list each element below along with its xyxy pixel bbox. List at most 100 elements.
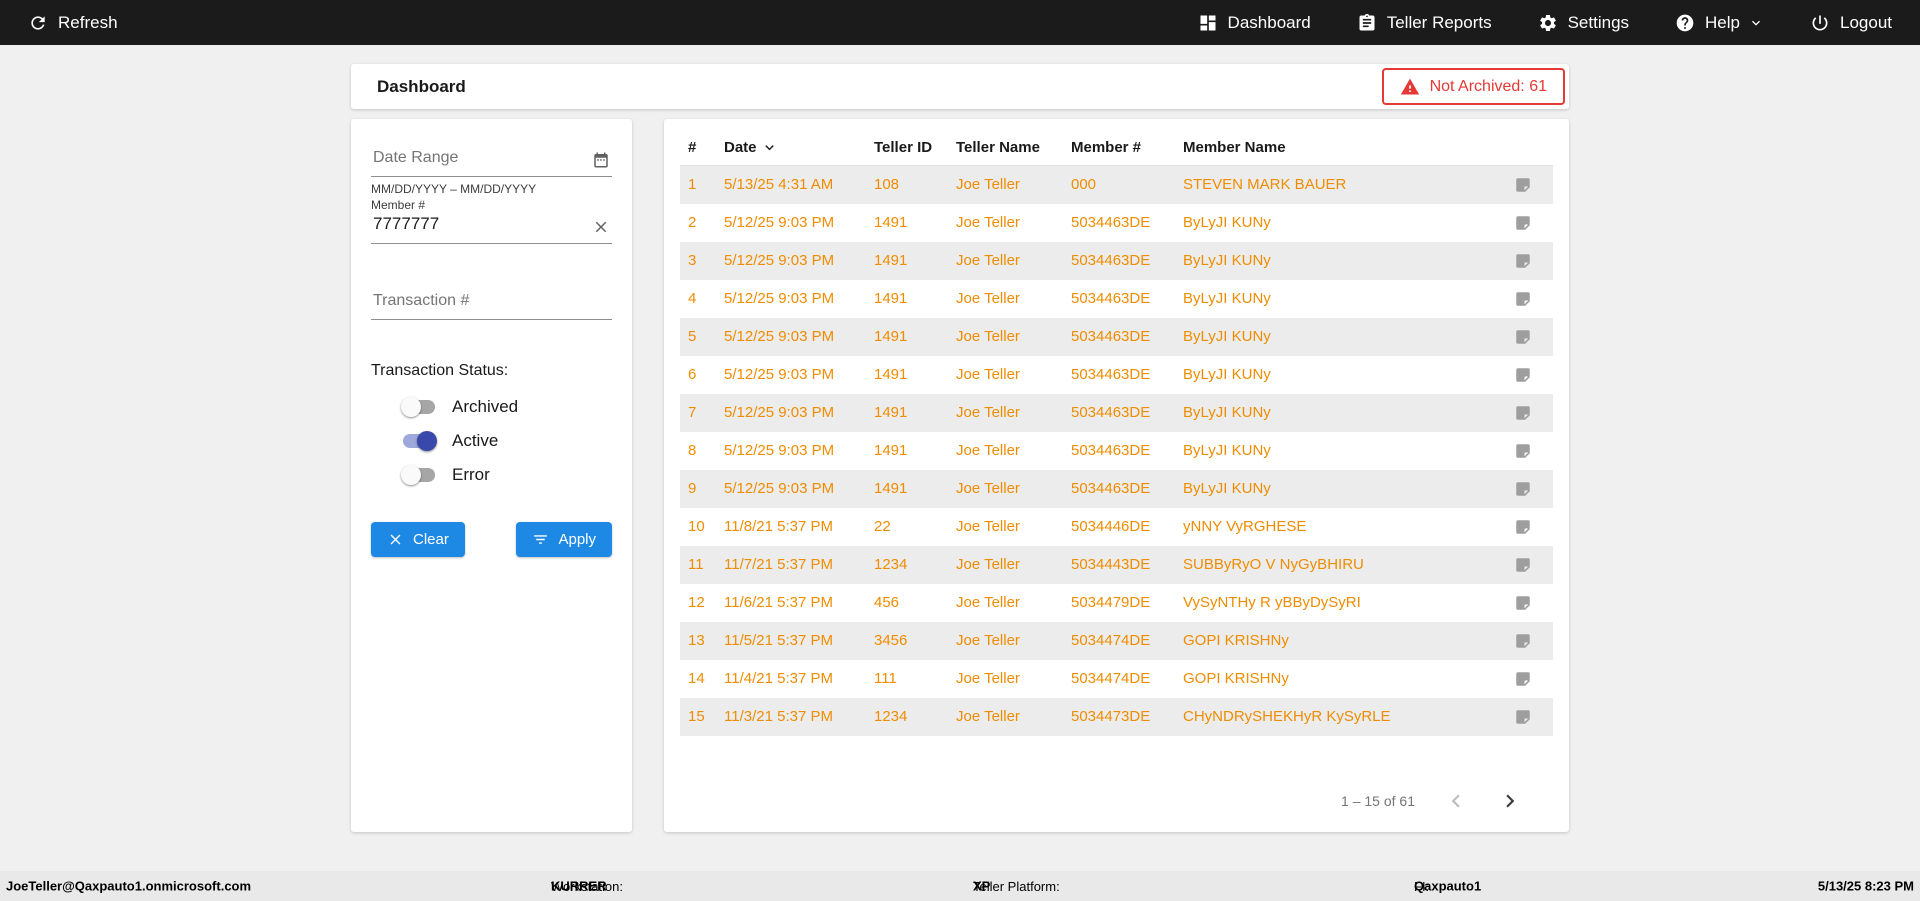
cell-row-number: 9 [688, 480, 697, 497]
column-header-num[interactable]: # [680, 129, 716, 166]
toggle-active[interactable]: Active [401, 424, 612, 458]
note-icon[interactable] [1514, 480, 1532, 498]
note-icon[interactable] [1514, 442, 1532, 460]
table-row[interactable]: 7 5/12/25 9:03 PM 1491 Joe Teller 503446… [680, 393, 1553, 432]
not-archived-badge[interactable]: Not Archived: 61 [1381, 68, 1565, 105]
logout-icon [1812, 15, 1828, 30]
table-row[interactable]: 9 5/12/25 9:03 PM 1491 Joe Teller 503446… [680, 469, 1553, 508]
note-icon[interactable] [1514, 670, 1532, 688]
table-row[interactable]: 6 5/12/25 9:03 PM 1491 Joe Teller 503446… [680, 356, 1553, 394]
clear-button-label: Clear [413, 531, 449, 548]
cell-teller-id: 1234 [874, 708, 908, 725]
footer-fi-label: FI: [1414, 878, 1430, 894]
cell-notes [1493, 356, 1553, 394]
table-row[interactable]: 4 5/12/25 9:03 PM 1491 Joe Teller 503446… [680, 280, 1553, 318]
date-range-field[interactable]: Date Range [371, 143, 612, 177]
table-row[interactable]: 3 5/12/25 9:03 PM 1491 Joe Teller 503446… [680, 241, 1553, 280]
table-row[interactable]: 12 11/6/21 5:37 PM 456 Joe Teller 503447… [680, 584, 1553, 622]
cell-teller-name: Joe Teller [956, 176, 1020, 194]
nav-logout-label: Logout [1840, 12, 1892, 32]
prev-page-icon[interactable] [1443, 788, 1469, 814]
cell-date: 5/12/25 9:03 PM [724, 404, 835, 421]
cell-teller-name: Joe Teller [956, 366, 1020, 383]
clear-member-icon[interactable] [592, 218, 610, 236]
cell-teller-name: Joe Teller [956, 594, 1020, 611]
table-row[interactable]: 11 11/7/21 5:37 PM 1234 Joe Teller 50344… [680, 545, 1553, 584]
table-row[interactable]: 14 11/4/21 5:37 PM 111 Joe Teller 503447… [680, 660, 1553, 698]
pagination: 1 – 15 of 61 [680, 788, 1553, 814]
cell-member-num: 5034463DE [1071, 290, 1151, 307]
calendar-icon[interactable] [592, 151, 610, 169]
table-row[interactable]: 13 11/5/21 5:37 PM 3456 Joe Teller 50344… [680, 621, 1553, 660]
cell-member-name: STEVEN MARK BAUER [1183, 176, 1347, 194]
column-header-date[interactable]: Date [716, 129, 866, 166]
cell-row-number: 5 [688, 328, 697, 345]
note-icon[interactable] [1514, 176, 1532, 194]
table-row[interactable]: 10 11/8/21 5:37 PM 22 Joe Teller 5034446… [680, 508, 1553, 546]
cell-member-num: 5034473DE [1071, 708, 1151, 725]
toggle-switch[interactable] [401, 465, 437, 485]
table-row[interactable]: 2 5/12/25 9:03 PM 1491 Joe Teller 503446… [680, 204, 1553, 242]
toggle-error[interactable]: Error [401, 458, 612, 492]
note-icon[interactable] [1514, 556, 1532, 574]
note-icon[interactable] [1514, 708, 1532, 726]
column-header-member-num[interactable]: Member # [1063, 129, 1175, 166]
sort-desc-icon[interactable] [761, 139, 778, 156]
nav-help[interactable]: Help [1675, 13, 1764, 33]
main-content: Dashboard Not Archived: 61 Date Range MM… [351, 64, 1569, 832]
note-icon[interactable] [1514, 214, 1532, 232]
cell-member-num: 5034479DE [1071, 594, 1151, 611]
note-icon[interactable] [1514, 404, 1532, 422]
nav-settings[interactable]: Settings [1538, 13, 1629, 33]
cell-member-name: ByLyJI KUNy [1183, 290, 1271, 307]
refresh-label: Refresh [58, 12, 118, 32]
cell-notes [1493, 584, 1553, 622]
toggle-archived[interactable]: Archived [401, 390, 612, 424]
column-header-member-name[interactable]: Member Name [1175, 129, 1493, 166]
cell-member-num: 5034443DE [1071, 556, 1151, 573]
cell-member-name: ByLyJI KUNy [1183, 442, 1271, 459]
toggle-switch[interactable] [401, 431, 437, 451]
table-row[interactable]: 15 11/3/21 5:37 PM 1234 Joe Teller 50344… [680, 697, 1553, 736]
cell-teller-name: Joe Teller [956, 214, 1020, 231]
column-header-notes [1493, 129, 1553, 166]
note-icon[interactable] [1514, 290, 1532, 308]
table-row[interactable]: 1 5/13/25 4:31 AM 108 Joe Teller 000 STE… [680, 165, 1553, 204]
cell-date: 11/4/21 5:37 PM [724, 670, 833, 687]
note-icon[interactable] [1514, 328, 1532, 346]
apply-button[interactable]: Apply [516, 522, 612, 557]
note-icon[interactable] [1514, 252, 1532, 270]
cell-row-number: 12 [688, 594, 705, 611]
toggle-switch[interactable] [401, 397, 437, 417]
cell-member-num: 5034463DE [1071, 252, 1151, 269]
cell-member-name: ByLyJI KUNy [1183, 480, 1271, 497]
column-header-teller-id[interactable]: Teller ID [866, 129, 948, 166]
next-page-icon[interactable] [1497, 788, 1523, 814]
cell-teller-name: Joe Teller [956, 708, 1020, 725]
clear-button[interactable]: Clear [371, 522, 465, 557]
note-icon[interactable] [1514, 632, 1532, 650]
cell-date: 5/12/25 9:03 PM [724, 214, 835, 231]
clear-icon [390, 534, 401, 545]
refresh-button[interactable]: Refresh [28, 13, 118, 33]
chevron-down-icon [1752, 20, 1760, 26]
transaction-number-field[interactable]: Transaction # [371, 286, 612, 320]
filter-panel: Date Range MM/DD/YYYY – MM/DD/YYYY Membe… [351, 119, 632, 832]
cell-notes [1493, 280, 1553, 318]
column-header-teller-name[interactable]: Teller Name [948, 129, 1063, 166]
nav-teller-reports[interactable]: Teller Reports [1357, 13, 1492, 33]
nav-dashboard[interactable]: Dashboard [1198, 13, 1311, 33]
footer-workstation: Workstation: KURRER [551, 879, 623, 894]
member-number-field[interactable]: 7777777 [371, 212, 612, 244]
apply-button-label: Apply [558, 531, 596, 548]
note-icon[interactable] [1514, 518, 1532, 536]
nav-logout[interactable]: Logout [1810, 13, 1892, 33]
table-header-row: # Date Teller ID Teller Name Member # Me… [680, 129, 1553, 166]
table-row[interactable]: 5 5/12/25 9:03 PM 1491 Joe Teller 503446… [680, 317, 1553, 356]
cell-teller-name: Joe Teller [956, 252, 1020, 269]
cell-teller-id: 1234 [874, 556, 908, 573]
note-icon[interactable] [1514, 366, 1532, 384]
note-icon[interactable] [1514, 594, 1532, 612]
cell-date: 11/5/21 5:37 PM [724, 632, 833, 649]
table-row[interactable]: 8 5/12/25 9:03 PM 1491 Joe Teller 503446… [680, 432, 1553, 470]
